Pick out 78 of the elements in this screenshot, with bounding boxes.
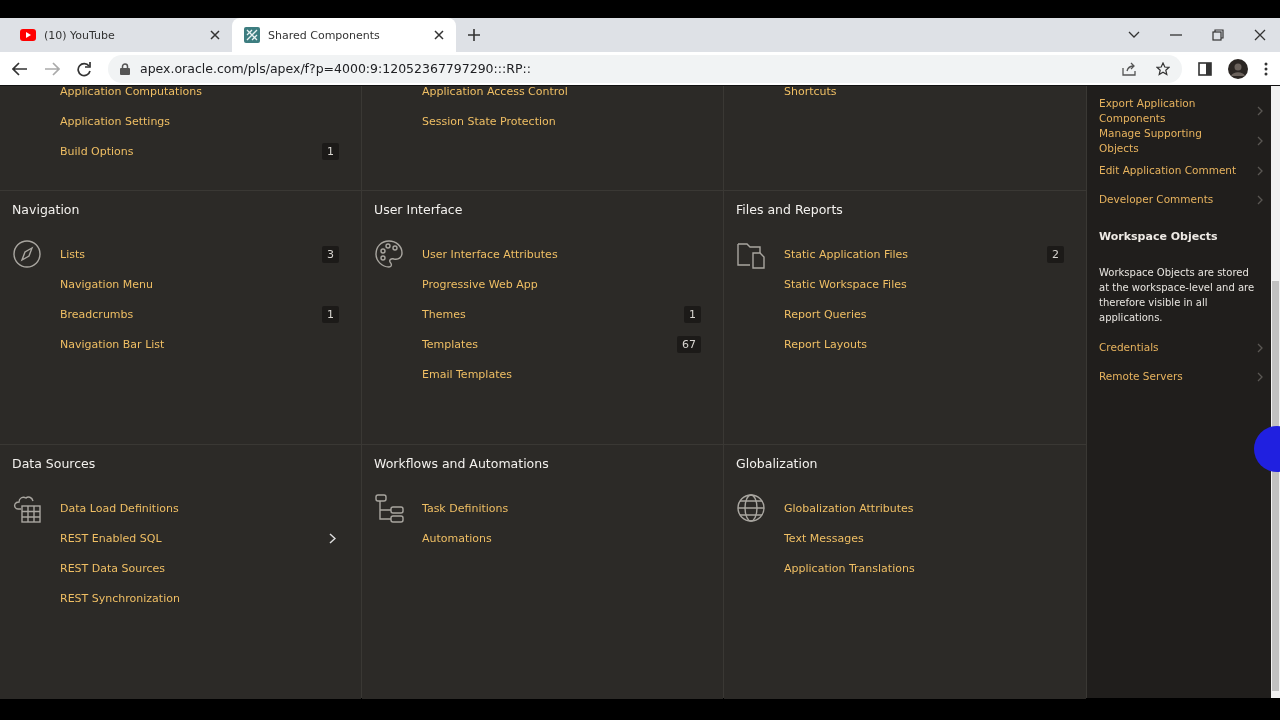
list-link[interactable]: Application Computations <box>60 84 202 98</box>
chevron-right-icon <box>1257 136 1264 146</box>
list-link[interactable]: Static Workspace Files <box>784 277 907 291</box>
chevron-right-icon <box>1257 165 1264 176</box>
count-badge: 1 <box>322 305 339 323</box>
count-badge: 1 <box>684 305 701 323</box>
list-link[interactable]: Text Messages <box>784 531 864 545</box>
sidebar-link[interactable]: Remote Servers <box>1099 369 1183 384</box>
list-link[interactable]: Progressive Web App <box>422 277 538 291</box>
app-logo-icon <box>244 27 260 43</box>
list-link[interactable]: Breadcrumbs <box>60 307 134 321</box>
sidebar-link[interactable]: Export Application Components <box>1099 96 1239 126</box>
close-icon[interactable] <box>1254 29 1266 41</box>
list-link[interactable]: REST Data Sources <box>60 561 166 575</box>
list-link[interactable]: Build Options <box>60 144 134 158</box>
lock-icon <box>120 62 130 75</box>
avatar-icon[interactable] <box>1228 58 1248 79</box>
share-icon[interactable] <box>1122 61 1136 76</box>
play-logo-icon <box>20 29 36 41</box>
sidebar-link[interactable]: Manage Supporting Objects <box>1099 126 1239 156</box>
reload-icon[interactable] <box>76 60 92 77</box>
section-title: Navigation <box>12 202 80 218</box>
sidebar-link[interactable]: Edit Application Comment <box>1099 163 1237 178</box>
palette-icon <box>374 239 404 269</box>
new-tab-icon[interactable] <box>468 29 480 41</box>
chevron-down-icon[interactable] <box>1128 31 1140 39</box>
section-title: Files and Reports <box>736 202 843 218</box>
close-icon[interactable] <box>434 30 444 40</box>
section-title: Workflows and Automations <box>374 456 549 472</box>
restore-icon[interactable] <box>1212 29 1224 41</box>
chevron-right-icon <box>1257 342 1264 353</box>
list-link[interactable]: Application Translations <box>784 561 915 575</box>
count-badge: 2 <box>1047 245 1064 263</box>
list-link[interactable]: Email Templates <box>422 367 512 381</box>
close-icon[interactable] <box>210 30 220 40</box>
browser-tab[interactable]: (10) YouTube <box>8 18 232 52</box>
list-link[interactable]: Shortcuts <box>784 84 837 98</box>
sidebar-description: Workspace Objects are stored at the workspace-level and are therefore visible in all applications. <box>1099 266 1256 325</box>
star-icon[interactable] <box>1156 61 1170 76</box>
list-link[interactable]: Data Load Definitions <box>60 501 179 515</box>
cloud-table-icon <box>12 493 42 523</box>
side-panel-icon[interactable] <box>1198 61 1212 76</box>
list-link[interactable]: Navigation Menu <box>60 277 154 291</box>
hierarchy-icon <box>374 493 404 523</box>
section-title: Globalization <box>736 456 818 472</box>
globe-icon <box>736 493 766 523</box>
list-link[interactable]: Session State Protection <box>422 114 556 128</box>
list-link[interactable]: Themes <box>422 307 466 321</box>
list-link[interactable]: Application Settings <box>60 114 171 128</box>
list-link[interactable]: Report Queries <box>784 307 867 321</box>
list-link[interactable]: Automations <box>422 531 492 545</box>
compass-icon <box>12 239 42 269</box>
chevron-right-icon <box>1257 194 1264 205</box>
count-badge: 3 <box>322 245 339 263</box>
sidebar-link[interactable]: Credentials <box>1099 340 1159 355</box>
list-link[interactable]: Task Definitions <box>422 501 509 515</box>
section-title: Data Sources <box>12 456 96 472</box>
chevron-right-icon <box>1257 371 1264 382</box>
browser-tab[interactable]: Shared Components <box>232 18 456 52</box>
section-title: User Interface <box>374 202 463 218</box>
list-link[interactable]: User Interface Attributes <box>422 247 558 261</box>
list-link[interactable]: Static Application Files <box>784 247 909 261</box>
list-link[interactable]: Lists <box>60 247 85 261</box>
count-badge: 1 <box>322 142 339 160</box>
more-menu-icon[interactable] <box>1264 61 1268 76</box>
address-field[interactable]: apex.oracle.com/pls/apex/f?p=4000:9:12052367797290:::RP:: <box>108 54 1182 83</box>
list-link[interactable]: Application Access Control <box>422 84 568 98</box>
list-link[interactable]: REST Synchronization <box>60 591 180 605</box>
list-link[interactable]: Report Layouts <box>784 337 868 351</box>
back-arrow-icon[interactable] <box>12 61 28 76</box>
list-link[interactable]: Globalization Attributes <box>784 501 914 515</box>
chevron-right-icon <box>1257 106 1264 116</box>
count-badge: 67 <box>677 335 701 353</box>
sidebar-heading: Workspace Objects <box>1099 230 1219 243</box>
sidebar-link[interactable]: Developer Comments <box>1099 192 1214 207</box>
list-link[interactable]: Templates <box>422 337 478 351</box>
list-link[interactable]: Navigation Bar List <box>60 337 165 351</box>
list-link[interactable]: REST Enabled SQL <box>60 531 162 545</box>
